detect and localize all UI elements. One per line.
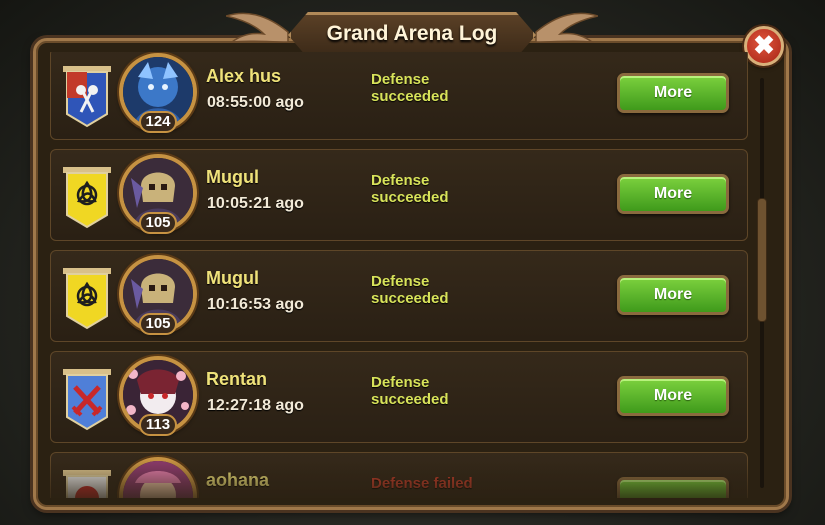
battle-result: Defense succeeded xyxy=(371,374,449,408)
battle-result: Defense succeeded xyxy=(371,273,449,307)
hero-level-badge: 124 xyxy=(139,111,177,133)
guild-banner-triquetra-icon xyxy=(63,268,111,330)
battle-time: 10:05:21 ago xyxy=(207,195,304,212)
hero-level-badge: 113 xyxy=(139,414,177,436)
player-name: Rentan xyxy=(206,369,268,389)
log-entry-row: 124 Alex hus 08:55:00 ago Defense succee… xyxy=(50,52,748,140)
log-entry-row: 113 Rentan 12:27:18 ago Defense succeede… xyxy=(50,351,748,443)
more-button[interactable]: More xyxy=(617,376,729,416)
scrollbar-thumb[interactable] xyxy=(757,198,767,322)
more-button[interactable]: More xyxy=(617,275,729,315)
player-name: Mugul xyxy=(206,268,259,288)
battle-time: 12:27:18 ago xyxy=(207,397,304,414)
battle-time: 10:16:53 ago xyxy=(207,296,304,313)
guild-banner-axe-icon xyxy=(63,66,111,128)
hero-level-badge: 105 xyxy=(139,212,177,234)
log-entry-row: 105 Mugul 10:05:21 ago Defense succeeded… xyxy=(50,149,748,241)
hero-avatar xyxy=(119,457,197,498)
more-button[interactable]: More xyxy=(617,73,729,113)
guild-banner-circle-icon xyxy=(63,470,111,498)
battle-time: 08:55:00 ago xyxy=(207,94,304,111)
log-entry-row: aohana Defense failed xyxy=(50,452,748,498)
log-entry-row: 105 Mugul 10:16:53 ago Defense succeeded… xyxy=(50,250,748,342)
battle-result: Defense succeeded xyxy=(371,172,449,206)
more-button[interactable]: More xyxy=(617,174,729,214)
battle-result: Defense failed xyxy=(371,475,473,492)
log-list[interactable]: 124 Alex hus 08:55:00 ago Defense succee… xyxy=(50,52,752,498)
battle-result: Defense succeeded xyxy=(371,71,449,105)
close-icon: ✖ xyxy=(753,30,775,60)
hero-level-badge: 105 xyxy=(139,313,177,335)
more-button[interactable] xyxy=(617,477,729,498)
player-name: Alex hus xyxy=(206,66,282,86)
guild-banner-swords-icon xyxy=(63,369,111,431)
player-name: Mugul xyxy=(206,167,259,187)
player-name: aohana xyxy=(206,470,270,490)
guild-banner-triquetra-icon xyxy=(63,167,111,229)
